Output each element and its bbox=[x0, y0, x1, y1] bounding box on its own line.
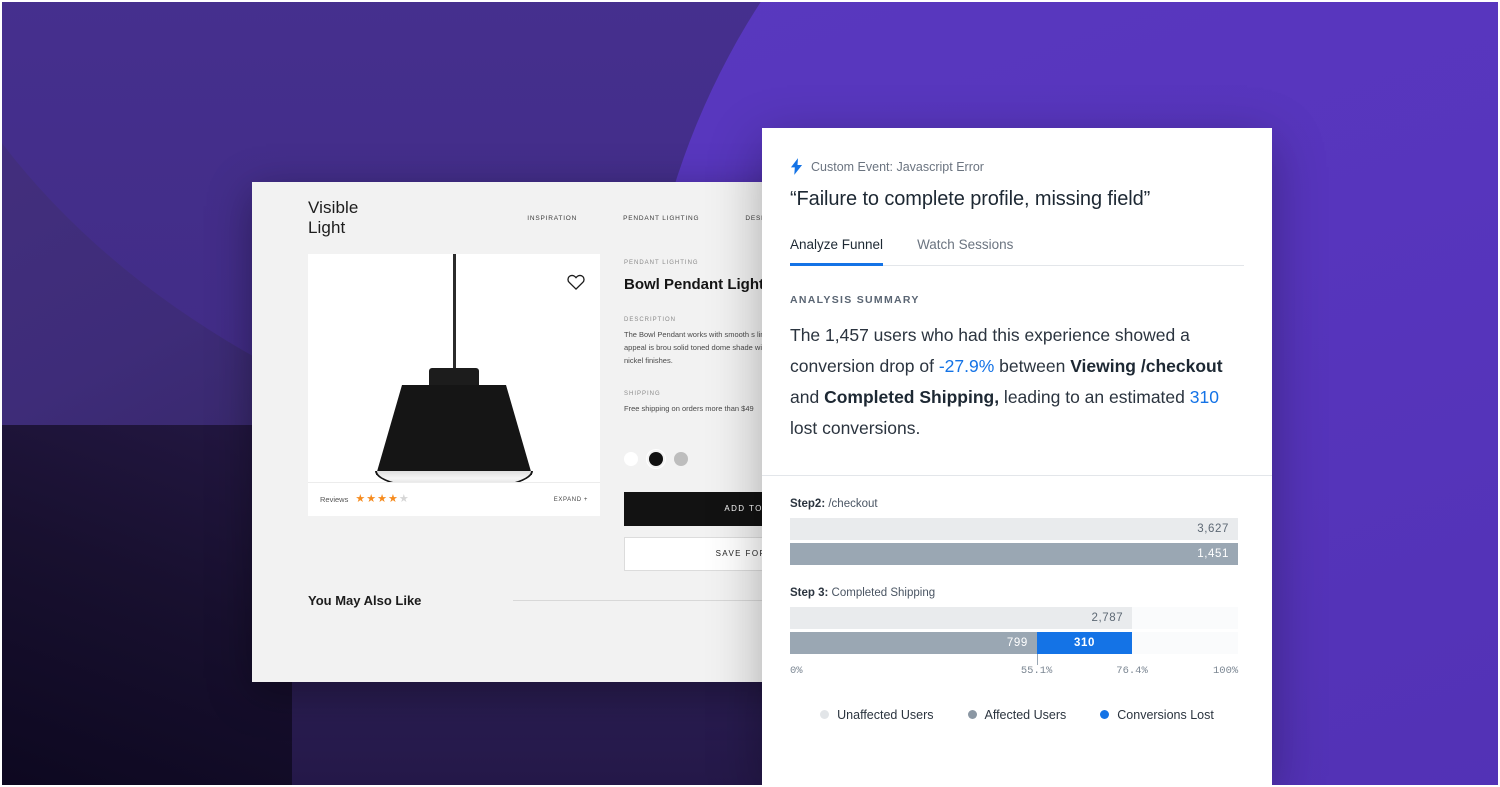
axis-tick-100: 100% bbox=[1213, 664, 1239, 677]
summary-conversion-drop: -27.9% bbox=[938, 356, 995, 377]
lamp-illustration bbox=[308, 254, 600, 482]
tab-analyze-funnel[interactable]: Analyze Funnel bbox=[790, 237, 884, 266]
axis-tick-0: 0% bbox=[790, 664, 803, 677]
legend-item-affected: Affected Users bbox=[967, 707, 1067, 722]
legend-label-conversions-lost: Conversions Lost bbox=[1117, 707, 1214, 722]
step-2-track-unaffected[interactable]: 3,627 bbox=[790, 517, 1238, 540]
axis-tick-551: 55.1% bbox=[1020, 664, 1053, 677]
lamp-shade bbox=[376, 385, 532, 475]
step-3-track-affected[interactable]: 799 310 bbox=[790, 631, 1238, 665]
star-3: ★ bbox=[377, 493, 387, 505]
funnel-chart: Step2: /checkout 3,627 1,451 Step 3: Com… bbox=[762, 476, 1272, 722]
analysis-summary-label: ANALYSIS SUMMARY bbox=[790, 294, 920, 306]
lamp-cord bbox=[452, 254, 456, 370]
reviews-bar: Reviews ★ ★ ★ ★ ★ EXPAND + bbox=[308, 482, 600, 516]
summary-step-to: Completed Shipping, bbox=[824, 387, 1000, 408]
summary-lost-conversions: 310 bbox=[1189, 387, 1219, 408]
heart-icon[interactable] bbox=[566, 272, 586, 292]
background-dark-block bbox=[0, 425, 292, 787]
step-3-track-unaffected[interactable]: 2,787 bbox=[790, 606, 1238, 629]
legend-item-unaffected: Unaffected Users bbox=[820, 707, 934, 722]
error-title: “Failure to complete profile, missing fi… bbox=[790, 188, 1151, 210]
funnel-legend: Unaffected Users Affected Users Conversi… bbox=[790, 708, 1244, 722]
recommendations-title: You May Also Like bbox=[308, 592, 422, 608]
step-2-track-affected[interactable]: 1,451 bbox=[790, 542, 1238, 565]
summary-step-from: Viewing /checkout bbox=[1070, 356, 1223, 377]
lamp-diffuser bbox=[375, 471, 533, 482]
panel-header: Custom Event: Javascript Error “Failure … bbox=[762, 128, 1272, 266]
step-3-label: Step 3: Completed Shipping bbox=[790, 587, 1244, 599]
reviews-label: Reviews bbox=[320, 495, 349, 504]
legend-dot-conversions-lost bbox=[1100, 710, 1110, 720]
summary-part-5: lost conversions. bbox=[790, 418, 921, 439]
bar-step2-affected: 1,451 bbox=[790, 542, 1238, 565]
nav-item-pendant-lighting[interactable]: PENDANT LIGHTING bbox=[623, 215, 699, 222]
rating-stars[interactable]: ★ ★ ★ ★ ★ bbox=[355, 494, 408, 505]
swatch-grey[interactable] bbox=[674, 451, 688, 466]
background-dark-lower bbox=[292, 682, 792, 787]
bar-step3-affected: 799 bbox=[790, 631, 1037, 654]
star-5: ★ bbox=[398, 493, 409, 505]
summary-part-4: leading to an estimated bbox=[999, 387, 1190, 408]
nav-item-inspiration[interactable]: INSPIRATION bbox=[527, 215, 577, 222]
analysis-summary-text: The 1,457 users who had this experience … bbox=[790, 320, 1244, 445]
product-image bbox=[308, 254, 600, 482]
lightning-bolt-icon bbox=[790, 158, 803, 175]
tab-watch-sessions[interactable]: Watch Sessions bbox=[917, 237, 1013, 266]
step-2-label: Step2: /checkout bbox=[790, 498, 1244, 510]
summary-part-2: between bbox=[994, 356, 1071, 377]
legend-dot-affected bbox=[967, 710, 977, 720]
step-spacer bbox=[790, 568, 1244, 587]
axis-tick-764: 76.4% bbox=[1116, 664, 1148, 677]
analytics-panel: Custom Event: Javascript Error “Failure … bbox=[762, 128, 1272, 787]
swatch-black-selected[interactable] bbox=[649, 451, 663, 466]
swatch-white[interactable] bbox=[624, 451, 638, 466]
step-3-name: Completed Shipping bbox=[831, 586, 936, 599]
legend-dot-unaffected bbox=[820, 710, 830, 720]
panel-tabs: Analyze Funnel Watch Sessions bbox=[790, 237, 1244, 266]
step-2-number: Step2: bbox=[790, 497, 826, 510]
expand-reviews-button[interactable]: EXPAND + bbox=[554, 497, 588, 503]
step-3-number: Step 3: bbox=[790, 586, 829, 599]
bar-step3-conversions-lost: 310 bbox=[1036, 631, 1133, 654]
star-1: ★ bbox=[355, 493, 366, 505]
legend-label-affected: Affected Users bbox=[984, 707, 1067, 722]
event-label: Custom Event: Javascript Error bbox=[811, 159, 984, 174]
step-2-name: /checkout bbox=[828, 497, 878, 510]
legend-item-conversions-lost: Conversions Lost bbox=[1100, 708, 1214, 722]
bar-step3-unaffected: 2,787 bbox=[790, 606, 1133, 629]
bar-step2-unaffected: 3,627 bbox=[790, 517, 1238, 540]
shop-brand-logo[interactable]: Visible Light bbox=[308, 198, 382, 238]
star-4: ★ bbox=[387, 493, 398, 505]
star-2: ★ bbox=[366, 493, 377, 505]
lamp-cap bbox=[429, 368, 479, 386]
funnel-axis: 0% 55.1% 76.4% 100% bbox=[790, 665, 1238, 681]
legend-label-unaffected: Unaffected Users bbox=[837, 707, 934, 722]
tick-marker-line bbox=[1036, 653, 1038, 665]
analysis-summary: ANALYSIS SUMMARY The 1,457 users who had… bbox=[762, 266, 1272, 476]
summary-part-3: and bbox=[790, 387, 825, 408]
product-gallery: Reviews ★ ★ ★ ★ ★ EXPAND + bbox=[308, 254, 600, 571]
event-row: Custom Event: Javascript Error bbox=[790, 158, 1244, 175]
